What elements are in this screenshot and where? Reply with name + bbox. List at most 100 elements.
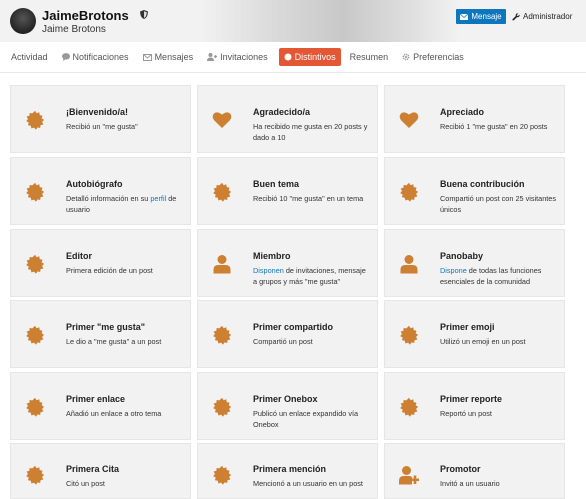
message-button-label: Mensaje [471,12,502,21]
tab-preferencias[interactable]: Preferencias [397,48,469,66]
badge-description: Recibió 10 "me gusta" en un tema [253,194,364,203]
badge-title[interactable]: Primer compartido [253,322,333,332]
envelope-icon [460,13,469,20]
certificate-icon [24,109,46,131]
wrench-icon [512,12,520,21]
badge-title[interactable]: Agradecido/a [253,107,310,117]
badge-description-link[interactable]: Dispone [440,266,467,275]
username: JaimeBrotons [42,8,129,23]
tab-resumen[interactable]: Resumen [345,48,394,66]
user-icon [398,253,420,275]
badge-card[interactable]: Agradecido/a Ha recibido me gusta en 20 p… [197,85,378,153]
badge-card[interactable]: Promotor Invitó a un usuario [384,443,565,499]
badge-description: Citó un post [66,479,105,488]
tab-notificaciones[interactable]: Notificaciones [57,48,134,66]
badge-card[interactable]: Apreciado Recibió 1 "me gusta" en 20 post… [384,85,565,153]
badge-card[interactable]: Panobaby Dispone de todas las funciones e… [384,229,565,297]
badge-description: Disponen de invitaciones, mensaje a grup… [253,266,371,287]
certificate-icon [24,324,46,346]
badge-description: Reportó un post [440,409,492,418]
badge-description: Utilizó un emoji en un post [440,337,526,346]
badge-title[interactable]: Primer Onebox [253,394,318,404]
tab-label: Invitaciones [220,52,268,62]
badge-description-text: Detalló información en su [66,194,151,203]
badge-title[interactable]: Primer "me gusta" [66,322,145,332]
certificate-icon [284,53,292,61]
admin-button[interactable]: Administrador [512,9,572,24]
badge-card[interactable]: Primera Cita Citó un post [10,443,191,499]
tab-label: Distintivos [294,52,336,62]
badge-title[interactable]: Buena contribución [440,179,525,189]
message-button[interactable]: Mensaje [456,9,506,24]
badge-card[interactable]: Editor Primera edición de un post [10,229,191,297]
badge-title[interactable]: Promotor [440,464,481,474]
certificate-icon [211,324,233,346]
badge-description: Mencionó a un usuario en un post [253,479,363,488]
user-plus-icon [398,464,420,486]
user-plus-icon [207,53,218,61]
badge-card[interactable]: Primer enlace Añadió un enlace a otro tem… [10,372,191,440]
badge-description: Detalló información en su perfil de usua… [66,194,184,215]
tab-actividad[interactable]: Actividad [6,48,53,66]
tab-label: Resumen [349,52,389,62]
badge-title[interactable]: Autobiógrafo [66,179,123,189]
badge-title[interactable]: Editor [66,251,92,261]
tab-label: Mensajes [154,52,194,62]
badge-description: Dispone de todas las funciones esenciale… [440,266,558,287]
badge-card[interactable]: Primera mención Mencionó a un usuario en … [197,443,378,499]
badge-title[interactable]: Panobaby [440,251,483,261]
certificate-icon [398,396,420,418]
certificate-icon [24,181,46,203]
user-nav: Actividad Notificaciones Mensajes Invita… [0,46,586,68]
badge-card[interactable]: Buen tema Recibió 10 "me gusta" en un tem… [197,157,378,225]
badge-card[interactable]: Miembro Disponen de invitaciones, mensaje… [197,229,378,297]
certificate-icon [211,181,233,203]
badge-description-link[interactable]: Disponen [253,266,284,275]
badge-title[interactable]: Buen tema [253,179,299,189]
badge-description-link[interactable]: perfil [150,194,166,203]
badge-description: Compartió un post con 25 visitantes únic… [440,194,557,214]
badge-title[interactable]: Primer reporte [440,394,502,404]
tab-label: Preferencias [413,52,464,62]
user-header: JaimeBrotons Jaime Brotons Mensaje Admin… [0,0,586,42]
tab-label: Notificaciones [72,52,129,62]
tab-distintivos[interactable]: Distintivos [278,48,341,66]
badge-title[interactable]: Primera mención [253,464,326,474]
badge-title[interactable]: Primer emoji [440,322,495,332]
envelope-icon [142,53,152,61]
avatar[interactable] [10,8,36,34]
badge-card[interactable]: Primer compartido Compartió un post [197,300,378,368]
badge-card[interactable]: Primer "me gusta" Le dio a "me gusta" a u… [10,300,191,368]
badge-title[interactable]: Miembro [253,251,291,261]
full-name: Jaime Brotons [42,24,106,35]
certificate-icon [211,396,233,418]
user-icon [211,253,233,275]
badge-title[interactable]: Primer enlace [66,394,125,404]
certificate-icon [211,464,233,486]
badge-description: Le dio a "me gusta" a un post [66,337,162,346]
badge-title[interactable]: Primera Cita [66,464,119,474]
certificate-icon [24,464,46,486]
badge-card[interactable]: Primer emoji Utilizó un emoji en un post [384,300,565,368]
badge-title[interactable]: Apreciado [440,107,484,117]
badge-card[interactable]: Autobiógrafo Detalló información en su pe… [10,157,191,225]
badge-description: Compartió un post [253,337,313,346]
badge-description: Primera edición de un post [66,266,153,275]
badge-card[interactable]: ¡Bienvenido/a! Recibió un "me gusta" [10,85,191,153]
comment-icon [61,53,70,61]
admin-button-label: Administrador [523,12,573,21]
certificate-icon [398,324,420,346]
badge-card[interactable]: Primer reporte Reportó un post [384,372,565,440]
tab-label: Actividad [11,52,48,62]
certificate-icon [24,253,46,275]
tab-mensajes[interactable]: Mensajes [138,48,199,66]
badge-description: Recibió un "me gusta" [66,122,138,131]
shield-icon [140,10,148,22]
profile-background [200,0,460,42]
badge-title[interactable]: ¡Bienvenido/a! [66,107,128,117]
heart-icon [211,109,233,131]
tab-invitaciones[interactable]: Invitaciones [202,48,273,66]
badge-card[interactable]: Buena contribución Compartió un post con … [384,157,565,225]
badge-card[interactable]: Primer Onebox Publicó un enlace expandido… [197,372,378,440]
badge-description: Invitó a un usuario [440,479,500,488]
